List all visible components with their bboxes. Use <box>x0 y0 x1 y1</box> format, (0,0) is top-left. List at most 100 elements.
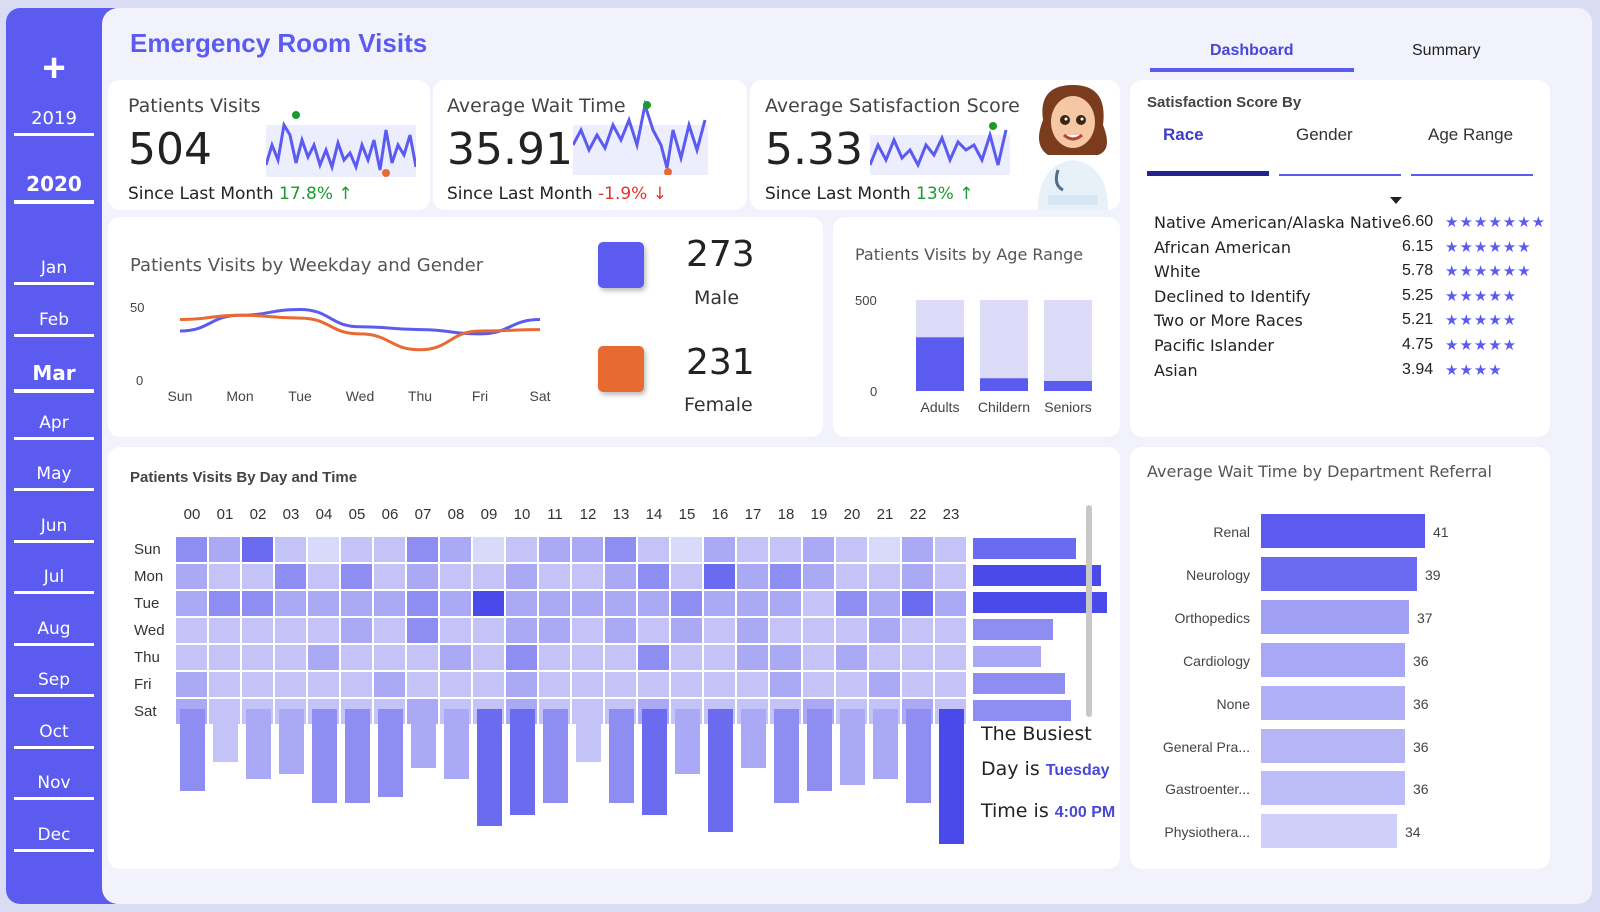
sidebar-month-mar[interactable]: Mar <box>14 361 94 393</box>
heatmap-cell[interactable] <box>737 672 768 697</box>
day-total-bar[interactable] <box>973 646 1042 667</box>
heatmap-cell[interactable] <box>341 591 372 616</box>
heatmap-cell[interactable] <box>803 618 834 643</box>
heatmap-cell[interactable] <box>836 564 867 589</box>
hour-total-bar[interactable] <box>741 709 766 768</box>
heatmap-cell[interactable] <box>341 672 372 697</box>
heatmap-cell[interactable] <box>473 537 504 562</box>
day-total-bar[interactable] <box>973 619 1054 640</box>
sidebar-month-dec[interactable]: Dec <box>14 825 94 852</box>
heatmap-cell[interactable] <box>572 564 603 589</box>
hour-total-bar[interactable] <box>345 709 370 803</box>
heatmap-cell[interactable] <box>374 672 405 697</box>
heatmap-cell[interactable] <box>407 618 438 643</box>
sidebar-month-apr[interactable]: Apr <box>14 413 94 440</box>
heatmap-cell[interactable] <box>605 645 636 670</box>
department-bar[interactable] <box>1261 814 1397 849</box>
heatmap-cell[interactable] <box>407 564 438 589</box>
heatmap-cell[interactable] <box>770 564 801 589</box>
heatmap-cell[interactable] <box>308 618 339 643</box>
heatmap-cell[interactable] <box>671 537 702 562</box>
heatmap-cell[interactable] <box>308 672 339 697</box>
sidebar-month-may[interactable]: May <box>14 464 94 491</box>
heatmap-cell[interactable] <box>506 564 537 589</box>
hour-total-bar[interactable] <box>312 709 337 803</box>
sidebar-year-2020[interactable]: 2020 <box>14 172 94 204</box>
heatmap-cell[interactable] <box>869 618 900 643</box>
heatmap-cell[interactable] <box>737 537 768 562</box>
heatmap-cell[interactable] <box>935 618 966 643</box>
heatmap-cell[interactable] <box>935 591 966 616</box>
heatmap-cell[interactable] <box>902 591 933 616</box>
heatmap-cell[interactable] <box>737 618 768 643</box>
heatmap-cell[interactable] <box>440 618 471 643</box>
heatmap-cell[interactable] <box>176 672 207 697</box>
department-bar[interactable] <box>1261 642 1405 677</box>
heatmap-cell[interactable] <box>671 564 702 589</box>
heatmap-cell[interactable] <box>341 564 372 589</box>
sidebar-month-jan[interactable]: Jan <box>14 258 94 285</box>
heatmap-cell[interactable] <box>341 537 372 562</box>
hour-total-bar[interactable] <box>576 709 601 762</box>
heatmap-cell[interactable] <box>506 672 537 697</box>
heatmap-cell[interactable] <box>902 672 933 697</box>
heatmap-cell[interactable] <box>407 645 438 670</box>
heatmap-cell[interactable] <box>440 591 471 616</box>
heatmap-cell[interactable] <box>671 591 702 616</box>
department-bar[interactable] <box>1261 728 1405 763</box>
heatmap-cell[interactable] <box>539 591 570 616</box>
day-total-bar[interactable] <box>973 700 1071 721</box>
heatmap-cell[interactable] <box>407 672 438 697</box>
hour-total-bar[interactable] <box>279 709 304 774</box>
hour-total-bar[interactable] <box>378 709 403 798</box>
sidebar-month-aug[interactable]: Aug <box>14 619 94 646</box>
heatmap-cell[interactable] <box>638 645 669 670</box>
heatmap-cell[interactable] <box>275 564 306 589</box>
heatmap-cell[interactable] <box>803 672 834 697</box>
hour-total-bar[interactable] <box>444 709 469 780</box>
heatmap-cell[interactable] <box>935 564 966 589</box>
hour-total-bar[interactable] <box>774 709 799 803</box>
heatmap-cell[interactable] <box>869 564 900 589</box>
sidebar-month-oct[interactable]: Oct <box>14 722 94 749</box>
sidebar-month-nov[interactable]: Nov <box>14 773 94 800</box>
heatmap-cell[interactable] <box>275 591 306 616</box>
heatmap-cell[interactable] <box>440 537 471 562</box>
hour-total-bar[interactable] <box>906 709 931 803</box>
heatmap-cell[interactable] <box>374 537 405 562</box>
heatmap-cell[interactable] <box>176 537 207 562</box>
heatmap-cell[interactable] <box>704 672 735 697</box>
heatmap-cell[interactable] <box>242 537 273 562</box>
sort-down-icon[interactable] <box>1390 197 1402 204</box>
heatmap-cell[interactable] <box>572 618 603 643</box>
heatmap-cell[interactable] <box>869 672 900 697</box>
heatmap-cell[interactable] <box>473 672 504 697</box>
heatmap-cell[interactable] <box>341 618 372 643</box>
heatmap-cell[interactable] <box>836 645 867 670</box>
heatmap-cell[interactable] <box>539 564 570 589</box>
department-bar[interactable] <box>1261 685 1405 720</box>
heatmap-cell[interactable] <box>803 591 834 616</box>
sidebar-month-feb[interactable]: Feb <box>14 310 94 337</box>
heatmap-cell[interactable] <box>572 591 603 616</box>
heatmap-cell[interactable] <box>209 537 240 562</box>
department-bar[interactable] <box>1261 599 1409 634</box>
heatmap-cell[interactable] <box>209 672 240 697</box>
heatmap-cell[interactable] <box>935 645 966 670</box>
heatmap-cell[interactable] <box>275 537 306 562</box>
hour-total-bar[interactable] <box>609 709 634 803</box>
heatmap-cell[interactable] <box>539 645 570 670</box>
heatmap-cell[interactable] <box>671 618 702 643</box>
heatmap-cell[interactable] <box>803 537 834 562</box>
hour-total-bar[interactable] <box>708 709 733 833</box>
heatmap-cell[interactable] <box>308 645 339 670</box>
heatmap-cell[interactable] <box>506 591 537 616</box>
heatmap-cell[interactable] <box>770 645 801 670</box>
heatmap-cell[interactable] <box>440 672 471 697</box>
heatmap-cell[interactable] <box>374 564 405 589</box>
heatmap-cell[interactable] <box>902 537 933 562</box>
plus-icon[interactable]: + <box>6 48 102 88</box>
heatmap-cell[interactable] <box>506 618 537 643</box>
heatmap-cell[interactable] <box>638 672 669 697</box>
heatmap-cell[interactable] <box>242 564 273 589</box>
